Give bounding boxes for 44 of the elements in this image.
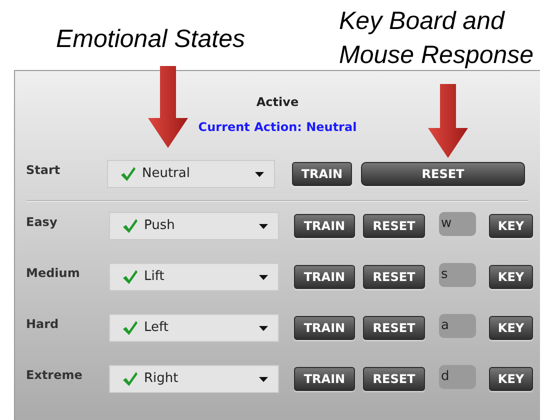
down-arrow-icon [428,84,468,158]
annotation-label: Emotional States [56,24,245,54]
row-label: Easy [26,214,58,231]
action-dropdown[interactable]: Neutral [107,160,275,188]
reset-button[interactable]: RESET [363,367,425,391]
dropdown-value: Neutral [142,165,191,184]
key-field[interactable]: w [439,212,476,236]
caret-icon [259,224,268,228]
key-field[interactable]: d [439,365,476,389]
reset-button[interactable]: RESET [363,214,425,238]
caret-icon [259,326,268,330]
action-dropdown[interactable]: Lift [109,263,279,291]
dropdown-value: Right [144,370,180,388]
reset-button[interactable]: RESET [363,265,425,289]
key-field[interactable]: a [439,314,476,338]
row-label: Medium [26,265,81,282]
row-label: Start [26,162,62,179]
row-label: Hard [26,316,60,333]
key-button[interactable]: KEY [489,367,533,391]
annotation-label: Key Board and Mouse Response [339,6,535,71]
train-button[interactable]: TRAIN [294,214,355,238]
caret-icon [255,172,264,176]
dropdown-value: Push [144,217,176,236]
reset-button[interactable]: RESET [361,162,525,186]
action-dropdown[interactable]: Push [109,212,279,240]
caret-icon [259,274,268,280]
status-label: Active [256,95,299,109]
row-label: Extreme [26,367,84,384]
current-action-label: Current Action: Neutral [198,120,357,134]
key-button[interactable]: KEY [489,214,533,238]
action-dropdown[interactable]: Left [109,314,279,342]
action-dropdown[interactable]: Right [109,365,279,393]
down-arrow-icon [148,66,188,148]
key-button[interactable]: KEY [489,265,533,289]
key-field[interactable]: s [439,263,476,287]
train-button[interactable]: TRAIN [294,367,355,391]
train-button[interactable]: TRAIN [294,265,355,289]
key-button[interactable]: KEY [489,316,533,340]
reset-button[interactable]: RESET [363,316,425,340]
caret-icon [259,376,268,382]
train-button[interactable]: TRAIN [292,162,352,186]
train-button[interactable]: TRAIN [294,316,355,340]
dropdown-value: Left [144,319,170,338]
dropdown-value: Lift [144,268,166,286]
